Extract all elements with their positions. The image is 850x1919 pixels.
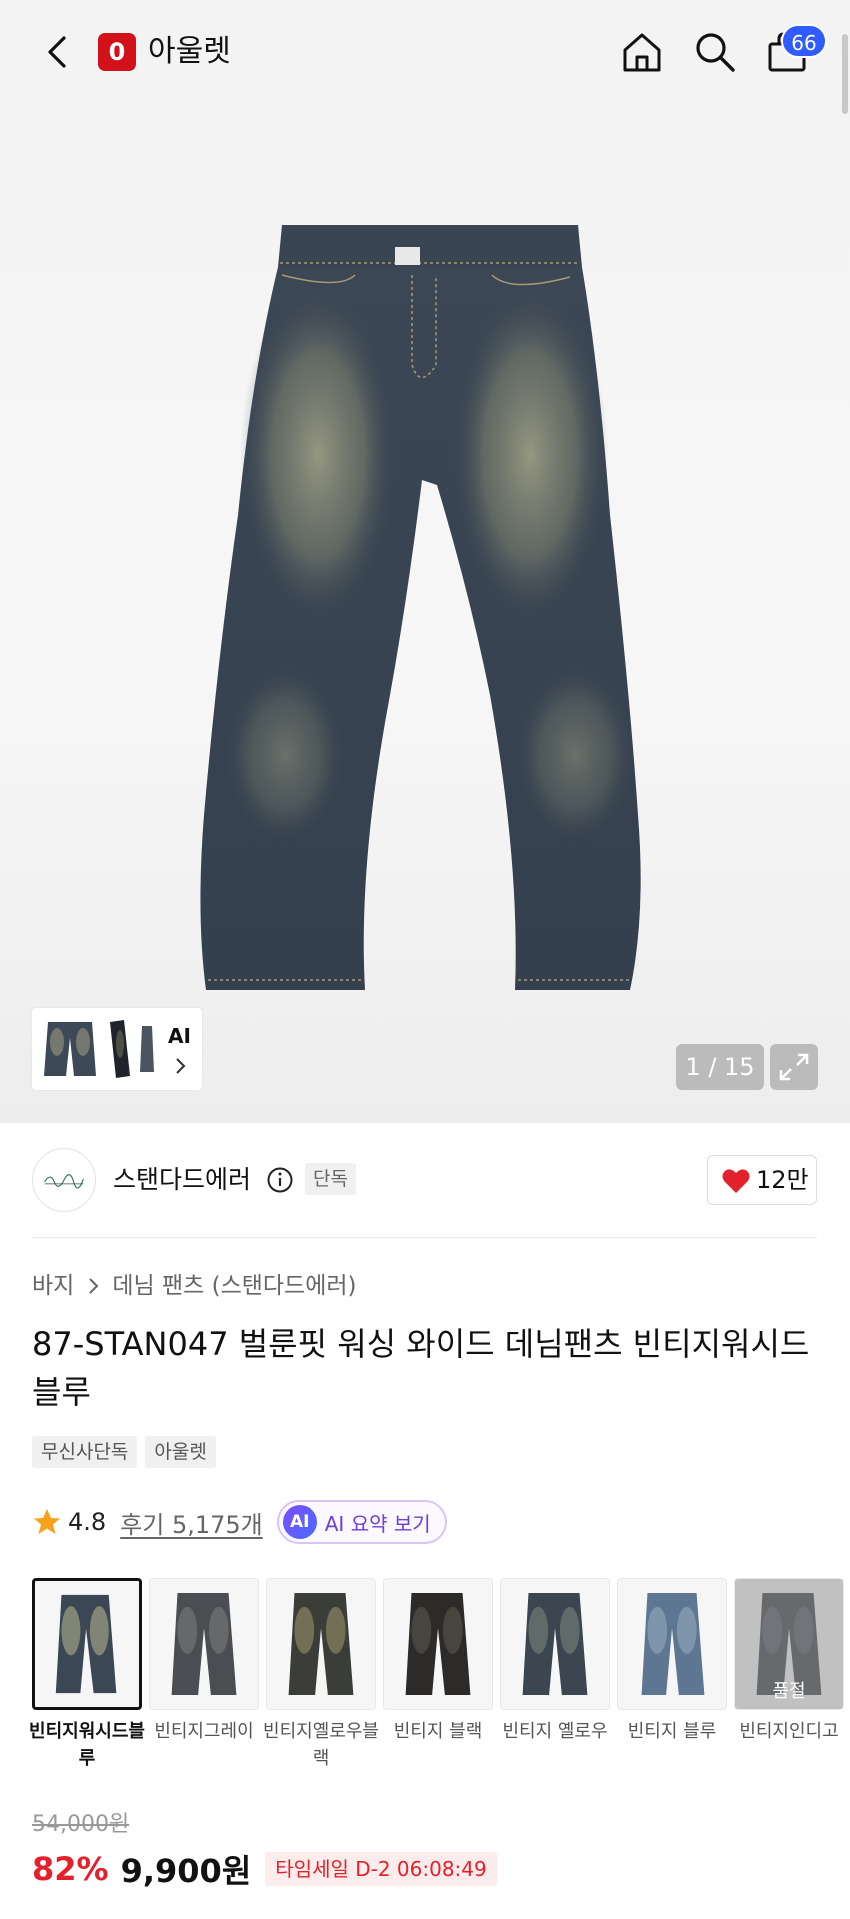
thumbnail-jeans-2 <box>110 1020 130 1078</box>
rating-value: 4.8 <box>68 1508 107 1536</box>
price-row: 82% 9,900원 타임세일 D-2 06:08:49 <box>32 1846 497 1892</box>
option-jeans-image <box>405 1592 471 1696</box>
chevron-right-icon <box>176 1058 186 1074</box>
ai-icon: AI <box>282 1505 317 1539</box>
brand-logo-mark <box>44 1174 84 1189</box>
discount-rate: 82% <box>32 1850 109 1888</box>
breadcrumb: 바지 데님 팬츠 (스탠다드에러) <box>32 1270 357 1302</box>
exclusive-badge: 단독 <box>305 1163 356 1195</box>
option-jeans-image <box>171 1592 237 1696</box>
top-navigation-bar: 0 아울렛 66 <box>0 0 850 105</box>
search-icon[interactable] <box>693 30 737 74</box>
like-button[interactable]: 12만 <box>707 1155 817 1205</box>
color-option-vintage-blue[interactable]: 빈티지 블루 <box>617 1578 727 1745</box>
thumbnail-jeans-3 <box>140 1026 154 1072</box>
color-option-label: 빈티지 옐로우 <box>502 1721 608 1742</box>
rating-row: 4.8 후기 5,175개 AI AI 요약 보기 <box>32 1500 447 1544</box>
color-options: 빈티지워시드블루 빈티지그레이 빈티지옐로우블랙 빈티지 블랙 빈티지 옐로우 … <box>29 1578 850 1778</box>
outlet-title[interactable]: 아울렛 <box>148 32 231 72</box>
option-jeans-image <box>55 1594 117 1694</box>
option-jeans-image <box>288 1592 354 1696</box>
product-gallery[interactable]: 0 아울렛 66 AI 1 / 15 <box>0 0 850 1123</box>
product-tags: 무신사단독 아울렛 <box>32 1436 216 1468</box>
outlet-logo[interactable]: 0 <box>98 33 136 71</box>
product-image-jeans[interactable] <box>190 215 660 1005</box>
cart-count-badge: 66 <box>781 24 827 58</box>
color-option-label: 빈티지 블랙 <box>393 1721 483 1742</box>
color-option-vintage-yellow-black[interactable]: 빈티지옐로우블랙 <box>263 1578 379 1772</box>
image-counter: 1 / 15 <box>676 1044 764 1090</box>
tag-musinsa-exclusive: 무신사단독 <box>32 1436 138 1468</box>
heart-icon <box>722 1169 750 1193</box>
color-option-label: 빈티지워시드블루 <box>29 1721 145 1769</box>
review-count-link[interactable]: 후기 5,175개 <box>120 1505 263 1540</box>
product-title: 87-STAN047 벌룬핏 워싱 와이드 데님팬츠 빈티지워시드블루 <box>32 1325 810 1411</box>
breadcrumb-subcategory[interactable]: 데님 팬츠 (스탠다드에러) <box>112 1270 356 1302</box>
ai-summary-label: AI 요약 보기 <box>324 1511 431 1536</box>
color-option-vintage-black[interactable]: 빈티지 블랙 <box>383 1578 493 1745</box>
home-icon[interactable] <box>620 30 664 74</box>
color-option-vintage-gray[interactable]: 빈티지그레이 <box>149 1578 259 1745</box>
brand-avatar[interactable] <box>32 1148 96 1212</box>
color-option-vintage-indigo[interactable]: 품절 빈티지인디고 <box>734 1578 844 1745</box>
timesale-badge: 타임세일 D-2 06:08:49 <box>265 1852 497 1886</box>
color-option-label: 빈티지그레이 <box>154 1721 254 1742</box>
divider <box>32 1237 817 1238</box>
thumbnail-jeans-1 <box>44 1022 96 1076</box>
soldout-label: 품절 <box>772 1681 806 1702</box>
back-icon[interactable] <box>42 30 72 74</box>
expand-icon <box>779 1053 809 1081</box>
tag-outlet: 아울렛 <box>145 1436 216 1468</box>
option-jeans-image <box>522 1592 588 1696</box>
thumbnail-strip[interactable]: AI <box>32 1008 202 1090</box>
color-option-label: 빈티지인디고 <box>739 1721 839 1742</box>
original-price: 54,000원 <box>32 1812 130 1837</box>
breadcrumb-category[interactable]: 바지 <box>32 1270 74 1302</box>
color-option-vintage-washed-blue[interactable]: 빈티지워시드블루 <box>29 1578 145 1772</box>
color-option-vintage-yellow[interactable]: 빈티지 옐로우 <box>500 1578 610 1745</box>
like-count: 12만 <box>756 1166 809 1194</box>
color-option-label: 빈티지옐로우블랙 <box>263 1721 379 1769</box>
info-icon[interactable] <box>266 1166 294 1194</box>
ai-thumbnail-label: AI <box>168 1024 191 1048</box>
color-option-label: 빈티지 블루 <box>627 1721 717 1742</box>
expand-button[interactable] <box>770 1044 818 1090</box>
chevron-right-icon <box>89 1278 99 1294</box>
option-jeans-image <box>641 1592 705 1696</box>
star-icon <box>34 1509 60 1534</box>
ai-summary-button[interactable]: AI AI 요약 보기 <box>276 1500 447 1544</box>
scrollbar[interactable] <box>842 34 848 114</box>
sale-price: 9,900원 <box>120 1852 252 1890</box>
brand-name[interactable]: 스탠다드에러 <box>113 1164 251 1196</box>
